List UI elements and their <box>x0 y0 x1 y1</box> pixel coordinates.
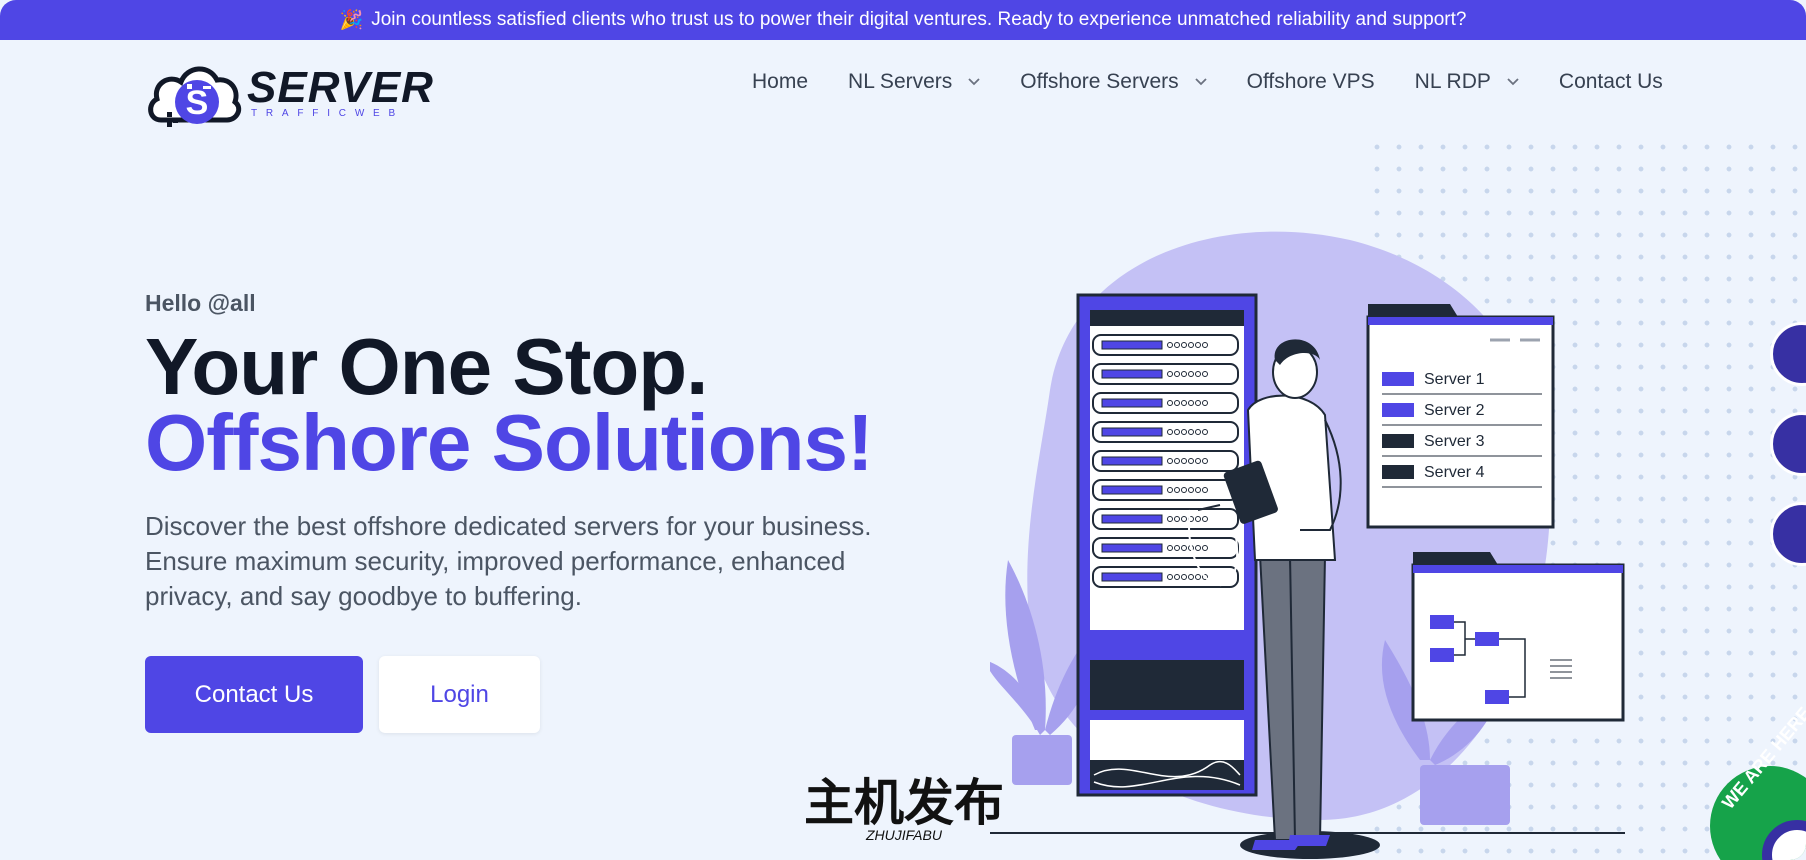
main-nav: Home NL Servers Offshore Servers Offshor… <box>752 70 1663 94</box>
nav-nl-servers[interactable]: NL Servers <box>848 70 980 94</box>
logo-badge-letter: S <box>186 84 209 122</box>
chevron-down-icon <box>1195 78 1207 86</box>
rack-unit <box>1092 392 1239 414</box>
contact-us-button[interactable]: Contact Us <box>145 656 363 733</box>
hero-title-line2: Offshore Solutions! <box>145 398 874 487</box>
rack-unit <box>1092 421 1239 443</box>
rack-unit <box>1092 537 1239 559</box>
rack-unit <box>1092 363 1239 385</box>
hero-illustration: Server 1 Server 2 Server 3 Server 4 <box>985 200 1670 860</box>
watermark-logo: 主机发布 ZHUJIFABU <box>800 770 1010 850</box>
watermark-latin: ZHUJIFABU <box>865 827 943 843</box>
site-logo[interactable]: S SERVER TRAFFICWEB <box>147 54 452 130</box>
watermark-chinese: 主机发布 <box>804 774 1004 832</box>
hero-section: Hello @all Your One Stop. Offshore Solut… <box>145 290 905 733</box>
hero-actions: Contact Us Login <box>145 656 905 733</box>
server-list-label: Server 4 <box>1424 464 1485 481</box>
nav-label: NL Servers <box>848 70 953 93</box>
nav-contact-us[interactable]: Contact Us <box>1559 70 1663 94</box>
server-units <box>1092 334 1239 588</box>
hero-description: Discover the best offshore dedicated ser… <box>145 511 872 611</box>
server-list-label: Server 3 <box>1424 433 1485 450</box>
nav-label: Home <box>752 70 809 93</box>
chevron-down-icon <box>968 78 980 86</box>
nav-label: Offshore Servers <box>1020 70 1179 93</box>
nav-offshore-servers[interactable]: Offshore Servers <box>1020 70 1207 94</box>
nav-nl-rdp[interactable]: NL RDP <box>1415 70 1519 94</box>
announcement-text: Join countless satisfied clients who tru… <box>371 9 1467 30</box>
server-list-label: Server 1 <box>1424 371 1485 388</box>
rack-unit <box>1092 450 1239 472</box>
chevron-down-icon <box>1507 78 1519 86</box>
rack-unit <box>1092 479 1239 501</box>
rack-unit <box>1092 508 1239 530</box>
nav-offshore-vps[interactable]: Offshore VPS <box>1247 70 1375 94</box>
nav-label: Contact Us <box>1558 70 1663 93</box>
hero-greeting: Hello @all <box>145 290 256 316</box>
nav-home[interactable]: Home <box>752 70 808 94</box>
login-button[interactable]: Login <box>379 656 540 733</box>
announcement-bar: 🎉 Join countless satisfied clients who t… <box>0 0 1806 40</box>
logo-subtext: TRAFFICWEB <box>251 108 404 119</box>
server-list-label: Server 2 <box>1424 402 1485 419</box>
nav-label: NL RDP <box>1414 70 1491 93</box>
party-popper-icon: 🎉 <box>339 10 364 31</box>
page: S SERVER TRAFFICWEB Home NL Servers Offs… <box>0 40 1806 860</box>
diagram-window <box>1411 552 1625 722</box>
logo-text: SERVER <box>247 63 434 112</box>
hero-title-line1: Your One Stop. <box>145 322 708 411</box>
nav-label: Offshore VPS <box>1246 70 1375 93</box>
rack-unit <box>1092 334 1239 356</box>
